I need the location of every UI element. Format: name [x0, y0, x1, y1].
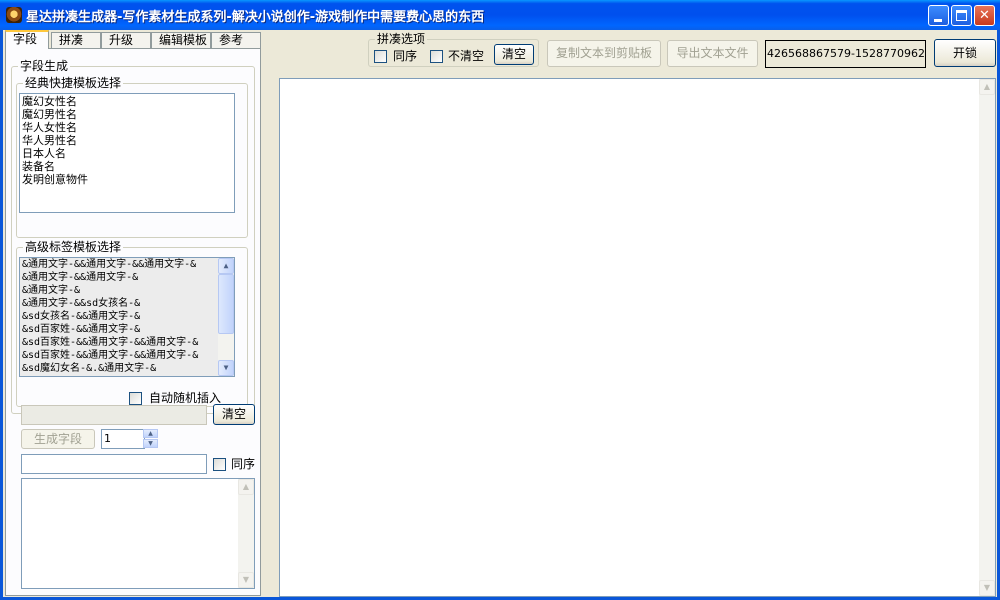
minimize-button[interactable] — [928, 5, 949, 26]
list-item[interactable]: &sd百家姓-&&通用文字-&&通用文字-& — [22, 336, 234, 349]
unlock-button[interactable]: 开锁 — [934, 39, 996, 67]
app-logo-icon — [6, 7, 22, 23]
window-title: 星达拼凑生成器-写作素材生成系列-解决小说创作-游戏制作中需要费心思的东西 — [26, 10, 485, 25]
advanced-template-list[interactable]: &通用文字-&&通用文字-&&通用文字-& &通用文字-&&通用文字-& &通用… — [19, 257, 235, 377]
scroll-up-icon[interactable]: ▲ — [238, 479, 254, 495]
count-stepper[interactable]: 1 — [101, 429, 145, 449]
list-item[interactable]: &通用文字-&&通用文字-&&通用文字-& — [22, 258, 234, 271]
main-output-area[interactable]: ▲ ▼ — [279, 78, 996, 597]
no-clear-checkbox[interactable] — [430, 50, 443, 63]
maximize-button[interactable] — [951, 5, 972, 26]
export-text-button[interactable]: 导出文本文件 — [667, 40, 758, 67]
scroll-down-icon[interactable]: ▼ — [218, 360, 234, 376]
list-item[interactable]: &sd魔幻女名-&.&通用文字-& — [22, 362, 234, 375]
clear-assemble-button[interactable]: 清空 — [494, 44, 534, 65]
main-scrollbar[interactable]: ▲ ▼ — [979, 79, 995, 596]
spin-up-icon[interactable]: ▲ — [143, 429, 158, 438]
auto-insert-checkbox[interactable] — [129, 392, 142, 405]
sequence-checkbox[interactable] — [213, 458, 226, 471]
field-generation-label: 字段生成 — [18, 59, 71, 73]
tab-assemble[interactable]: 拼凑 — [51, 32, 101, 49]
tab-reference[interactable]: 参考 — [211, 32, 261, 49]
list-item[interactable]: &通用文字-& — [22, 284, 234, 297]
field-output-box[interactable]: ▲ ▼ — [21, 478, 255, 589]
field-tab-panel: 字段生成 经典快捷模板选择 魔幻女性名 魔幻男性名 华人女性名 华人男性名 日本… — [5, 48, 261, 596]
registration-code: 426568867579-1528770962 — [765, 40, 926, 68]
classic-template-list[interactable]: 魔幻女性名 魔幻男性名 华人女性名 华人男性名 日本人名 装备名 发明创意物件 — [19, 93, 235, 213]
list-item[interactable]: 华人男性名 — [22, 134, 234, 147]
field-input[interactable] — [21, 405, 207, 425]
list-item[interactable]: 装备名 — [22, 160, 234, 173]
tab-upgrade[interactable]: 升级 — [101, 32, 151, 49]
output-scrollbar[interactable]: ▲ ▼ — [238, 479, 254, 588]
generate-field-button[interactable]: 生成字段 — [21, 429, 95, 449]
list-item[interactable]: 华人女性名 — [22, 121, 234, 134]
same-order-checkbox[interactable] — [374, 50, 387, 63]
scroll-up-icon[interactable]: ▲ — [218, 258, 234, 274]
list-item[interactable]: 日本人名 — [22, 147, 234, 160]
sequence-input[interactable] — [21, 454, 207, 474]
list-item[interactable]: &通用文字-&&sd女孩名-& — [22, 297, 234, 310]
list-item[interactable]: &sd百家姓-&&通用文字-&&通用文字-& — [22, 349, 234, 362]
title-bar[interactable]: 星达拼凑生成器-写作素材生成系列-解决小说创作-游戏制作中需要费心思的东西 ✕ — [0, 0, 1000, 30]
no-clear-label: 不清空 — [448, 49, 485, 63]
list-item[interactable]: &sd女孩名-&&通用文字-& — [22, 310, 234, 323]
close-icon: ✕ — [979, 8, 990, 23]
advanced-template-label: 高级标签模板选择 — [23, 240, 124, 254]
list-item[interactable]: 魔幻男性名 — [22, 108, 234, 121]
classic-template-group: 经典快捷模板选择 魔幻女性名 魔幻男性名 华人女性名 华人男性名 日本人名 装备… — [16, 76, 248, 238]
scroll-down-icon[interactable]: ▼ — [238, 572, 254, 588]
list-item[interactable]: &sd百家姓-&&通用文字-& — [22, 323, 234, 336]
assemble-options-group: 拼凑选项 同序 不清空 清空 — [368, 32, 539, 67]
close-button[interactable]: ✕ — [974, 5, 995, 26]
list-item[interactable]: 魔幻女性名 — [22, 95, 234, 108]
clear-field-button[interactable]: 清空 — [213, 404, 255, 425]
assemble-options-label: 拼凑选项 — [375, 32, 428, 46]
tab-field[interactable]: 字段 — [5, 30, 49, 49]
field-generation-group: 字段生成 经典快捷模板选择 魔幻女性名 魔幻男性名 华人女性名 华人男性名 日本… — [11, 59, 255, 414]
list-item[interactable]: 发明创意物件 — [22, 173, 234, 186]
same-order-label: 同序 — [393, 49, 418, 63]
maximize-icon — [956, 10, 967, 21]
list-item[interactable]: &通用文字-&&通用文字-& — [22, 271, 234, 284]
advanced-list-scrollbar[interactable]: ▲ ▼ — [218, 258, 234, 376]
spin-down-icon[interactable]: ▼ — [143, 439, 158, 448]
classic-template-label: 经典快捷模板选择 — [23, 76, 124, 90]
advanced-template-group: 高级标签模板选择 &通用文字-&&通用文字-&&通用文字-& &通用文字-&&通… — [16, 240, 248, 407]
scroll-down-icon[interactable]: ▼ — [979, 580, 995, 596]
copy-to-clipboard-button[interactable]: 复制文本到剪贴板 — [547, 40, 661, 67]
scroll-up-icon[interactable]: ▲ — [979, 79, 995, 95]
auto-insert-label: 自动随机插入 — [149, 391, 222, 405]
client-area: 字段 拼凑 升级 编辑模板 参考 字段生成 经典快捷模板选择 魔幻女性名 魔幻男… — [3, 30, 997, 597]
minimize-icon — [934, 19, 942, 22]
tab-edit-template[interactable]: 编辑模板 — [151, 32, 211, 49]
app-window: 星达拼凑生成器-写作素材生成系列-解决小说创作-游戏制作中需要费心思的东西 ✕ … — [0, 0, 1000, 600]
scroll-thumb[interactable] — [218, 274, 234, 334]
sequence-label: 同序 — [231, 457, 256, 471]
